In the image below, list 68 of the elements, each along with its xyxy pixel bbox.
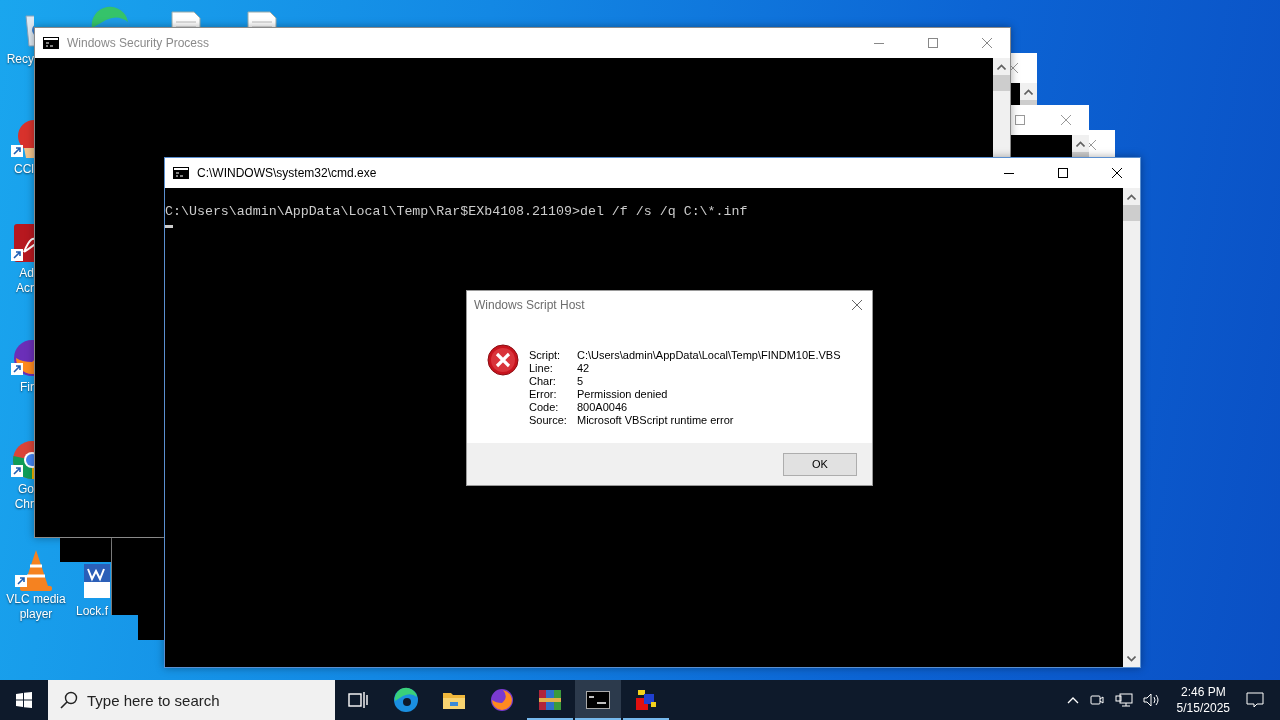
icon-label: CCl <box>14 162 34 177</box>
console-window[interactable] <box>138 615 165 640</box>
icon-label: Go <box>18 482 34 497</box>
window-title: C:\WINDOWS\system32\cmd.exe <box>197 166 378 180</box>
close-icon <box>852 300 862 310</box>
console-window[interactable] <box>1011 53 1037 105</box>
console-window[interactable] <box>1011 105 1089 157</box>
console-icon <box>43 37 59 49</box>
chevron-up-icon <box>1066 696 1079 704</box>
fox-icon <box>490 688 514 712</box>
icon-label: Chr <box>14 497 34 512</box>
ok-button[interactable]: OK <box>783 452 857 476</box>
field-value: C:\Users\admin\AppData\Local\Temp\FINDM10E.VBS <box>577 349 841 362</box>
close-icon <box>1061 115 1071 125</box>
field-label: Code: <box>529 401 560 414</box>
maximize-icon <box>1015 115 1025 125</box>
window-title: Windows Security Process <box>67 36 211 50</box>
cubes-icon <box>634 688 658 712</box>
scroll-down-icon <box>1127 655 1136 662</box>
scroll-thumb[interactable] <box>993 75 1010 91</box>
close-icon <box>982 38 992 48</box>
dialog-title: Windows Script Host <box>474 298 586 312</box>
icon-label: Lock.f <box>76 604 108 619</box>
console-text: C:\Users\admin\AppData\Local\Temp\Rar$EXb4108.21109>del /f /s /q C:\*.inf <box>165 204 749 220</box>
books-icon <box>538 688 562 712</box>
search-icon <box>60 691 78 709</box>
field-value: 42 <box>577 362 591 375</box>
maximize-icon <box>928 38 938 48</box>
network-icon <box>1114 692 1133 708</box>
field-label: Char: <box>529 375 557 388</box>
clock[interactable]: 2:46 PM 5/15/2025 <box>1170 684 1236 716</box>
clock-time: 2:46 PM <box>1180 684 1226 700</box>
folder-icon <box>442 690 466 710</box>
icon-label: player <box>19 607 53 622</box>
camera-icon <box>1088 692 1105 708</box>
icon-label: Fir <box>20 380 34 395</box>
scrollbar[interactable] <box>993 58 1010 157</box>
field-value: Microsoft VBScript runtime error <box>577 414 735 427</box>
error-icon <box>487 344 519 376</box>
scroll-up-icon <box>1127 193 1136 200</box>
field-label: Script: <box>529 349 562 362</box>
browser-icon <box>393 687 419 713</box>
terminal-icon <box>586 691 610 709</box>
volume-icon <box>1142 692 1161 708</box>
icon-label: Ad <box>19 266 34 281</box>
scroll-up-icon <box>997 63 1006 70</box>
field-label: Line: <box>529 362 554 375</box>
field-value: 5 <box>577 375 585 388</box>
windows-logo-icon <box>16 692 32 708</box>
field-value: Permission denied <box>577 388 669 401</box>
scroll-thumb[interactable] <box>1123 205 1140 221</box>
maximize-icon <box>1058 168 1068 178</box>
field-value: 800A0046 <box>577 401 629 414</box>
icon-label: Recy <box>6 52 34 67</box>
field-label: Error: <box>529 388 558 401</box>
search-field[interactable]: Type here to search <box>48 680 335 720</box>
icon-label: VLC media <box>6 592 66 607</box>
taskbar-app[interactable] <box>575 680 621 720</box>
icon-label: Acr <box>16 281 34 296</box>
scroll-up-icon <box>1076 140 1085 147</box>
clock-date: 5/15/2025 <box>1176 700 1230 716</box>
field-label: Source: <box>529 414 568 427</box>
task-view-icon <box>348 691 368 709</box>
close-icon <box>1112 168 1122 178</box>
scrollbar[interactable] <box>1123 188 1140 667</box>
scroll-up-icon <box>1024 88 1033 95</box>
notification-icon <box>1246 692 1264 708</box>
console-icon <box>173 167 189 179</box>
